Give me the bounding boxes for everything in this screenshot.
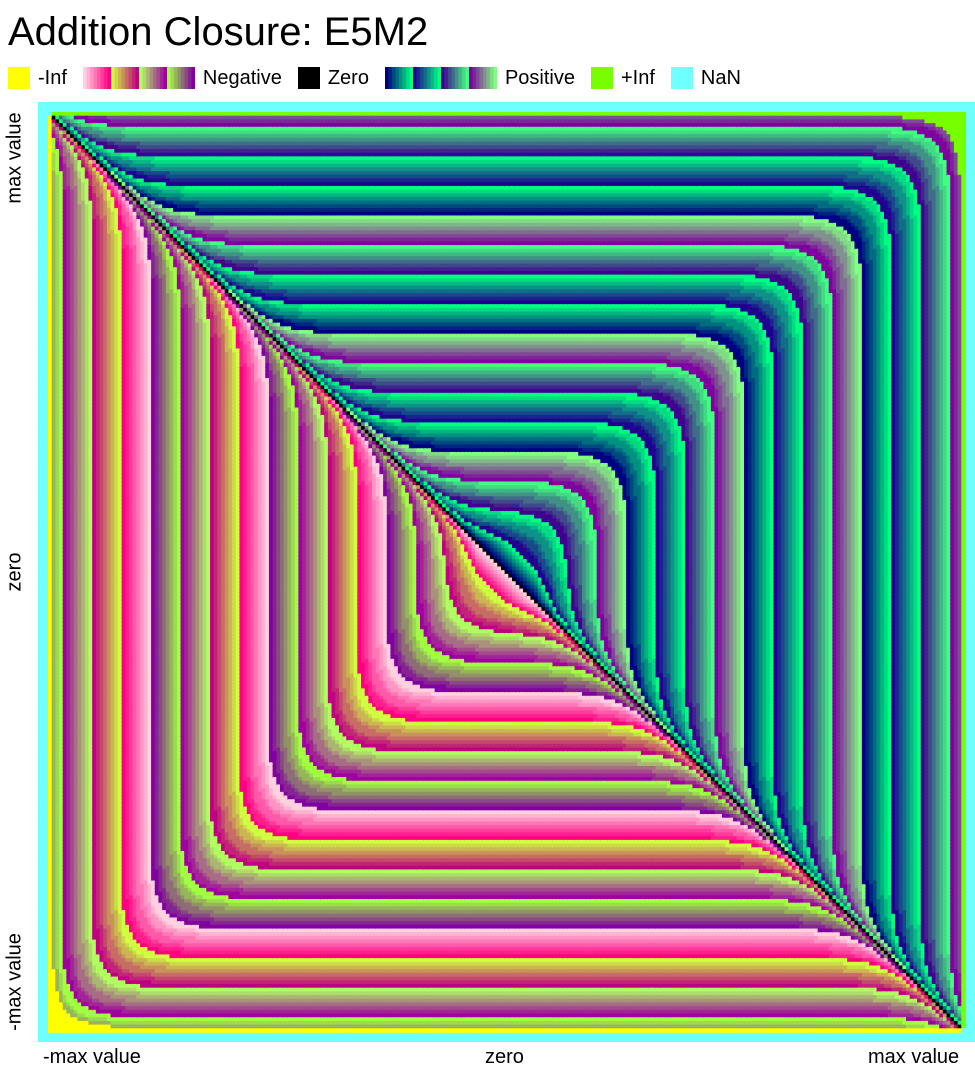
legend-gradient-positive	[384, 67, 497, 89]
legend-label-positive: Positive	[504, 66, 575, 89]
legend-swatch-zero	[297, 67, 320, 89]
y-tick-label-min: -max value	[3, 933, 26, 1031]
legend-gradient-negative	[82, 67, 195, 89]
x-tick-label-min: -max value	[43, 1046, 141, 1068]
legend-swatch-neg-inf	[8, 67, 30, 89]
y-tick-label-max: max value	[3, 112, 26, 204]
legend-label-neg-inf: -Inf	[38, 66, 67, 89]
x-tick-label-max: max value	[868, 1046, 960, 1068]
legend-swatch-pos-inf	[591, 67, 613, 89]
legend-label-negative: Negative	[202, 66, 282, 89]
y-tick-label-zero: zero	[3, 552, 26, 592]
legend-label-pos-inf: +Inf	[621, 66, 655, 89]
chart-title: Addition Closure: E5M2	[8, 10, 429, 54]
legend-swatch-nan	[670, 67, 693, 89]
legend-label-zero: Zero	[327, 66, 369, 89]
legend: -Inf Negative Zero Positive +Inf NaN	[8, 65, 757, 91]
heatmap-canvas	[38, 102, 975, 1042]
plot-area	[38, 102, 975, 1042]
legend-label-nan: NaN	[700, 66, 741, 89]
x-tick-label-zero: zero	[485, 1046, 524, 1068]
